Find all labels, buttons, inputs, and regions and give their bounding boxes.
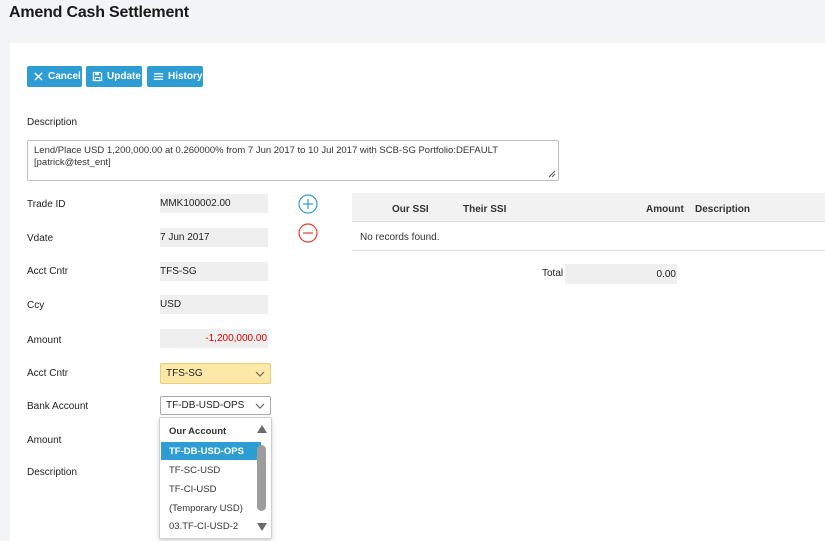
remove-ssi-button[interactable] <box>298 223 318 243</box>
total-label: Total <box>542 268 564 279</box>
bank-account-dropdown: Our Account TF-DB-USD-OPS TF-SC-USD TF-C… <box>159 417 272 539</box>
dropdown-option[interactable]: (Temporary USD) <box>161 499 257 517</box>
update-button-label: Update <box>107 71 141 82</box>
acct-cntr-select[interactable]: TFS-SG <box>160 363 271 384</box>
ccy-value: USD <box>160 295 268 314</box>
cancel-button-label: Cancel <box>48 71 81 82</box>
bank-account-select-value: TF-DB-USD-OPS <box>166 400 245 411</box>
amount-ro-label: Amount <box>27 335 62 346</box>
menu-icon <box>153 71 164 82</box>
trade-id-label: Trade ID <box>27 199 66 210</box>
scroll-down-icon[interactable] <box>256 522 268 532</box>
acct-cntr-select-value: TFS-SG <box>166 368 203 379</box>
page-title: Amend Cash Settlement <box>9 4 189 21</box>
description-textarea[interactable]: Lend/Place USD 1,200,000.00 at 0.260000%… <box>27 140 559 181</box>
chevron-down-icon <box>255 371 265 377</box>
amount-value: -1,200,000.00 <box>160 329 268 348</box>
ssi-grid-empty-row: No records found. <box>352 223 825 251</box>
dropdown-group-our-account: Our Account <box>169 425 227 437</box>
trade-id-value: MMK100002.00 <box>160 194 268 213</box>
bank-account-label: Bank Account <box>27 401 89 412</box>
description-text: Lend/Place USD 1,200,000.00 at 0.260000%… <box>34 145 498 168</box>
total-value: 0.00 <box>565 264 677 284</box>
acct-cntr-select-label: Acct Cntr <box>27 368 69 379</box>
history-button[interactable]: History <box>147 66 203 87</box>
acct-cntr-label: Acct Cntr <box>27 266 69 277</box>
amount-label: Amount <box>27 435 62 446</box>
close-icon <box>33 71 44 82</box>
ccy-label: Ccy <box>27 300 45 311</box>
vdate-label: Vdate <box>27 233 54 244</box>
history-button-label: History <box>168 71 203 82</box>
column-our-ssi[interactable]: Our SSI <box>392 204 429 215</box>
column-their-ssi[interactable]: Their SSI <box>463 204 506 215</box>
column-amount[interactable]: Amount <box>646 204 684 215</box>
vdate-value: 7 Jun 2017 <box>160 228 268 247</box>
save-icon <box>92 71 103 82</box>
cancel-button[interactable]: Cancel <box>27 66 82 87</box>
description-label: Description <box>27 117 78 128</box>
minus-circle-icon <box>298 223 318 243</box>
dropdown-option[interactable]: TF-SC-USD <box>161 461 257 479</box>
empty-message: No records found. <box>360 232 440 243</box>
plus-circle-icon <box>298 194 318 214</box>
main-panel <box>10 43 825 541</box>
dropdown-option[interactable]: TF-CI-USD <box>161 480 257 498</box>
chevron-down-icon <box>255 403 265 409</box>
dropdown-scrollbar-thumb[interactable] <box>257 445 266 511</box>
acct-cntr-value: TFS-SG <box>160 262 268 281</box>
dropdown-option[interactable]: TF-DB-USD-OPS <box>161 442 261 460</box>
description2-label: Description <box>27 467 78 478</box>
column-description[interactable]: Description <box>695 204 750 215</box>
add-ssi-button[interactable] <box>298 194 318 214</box>
scroll-up-icon[interactable] <box>256 424 268 434</box>
ssi-grid-header: Our SSI Their SSI Amount Description <box>352 193 825 222</box>
resize-grip-icon[interactable] <box>548 170 556 178</box>
update-button[interactable]: Update <box>86 66 142 87</box>
dropdown-option[interactable]: 03.TF-CI-USD-2 <box>161 517 257 535</box>
bank-account-select[interactable]: TF-DB-USD-OPS <box>160 396 271 415</box>
